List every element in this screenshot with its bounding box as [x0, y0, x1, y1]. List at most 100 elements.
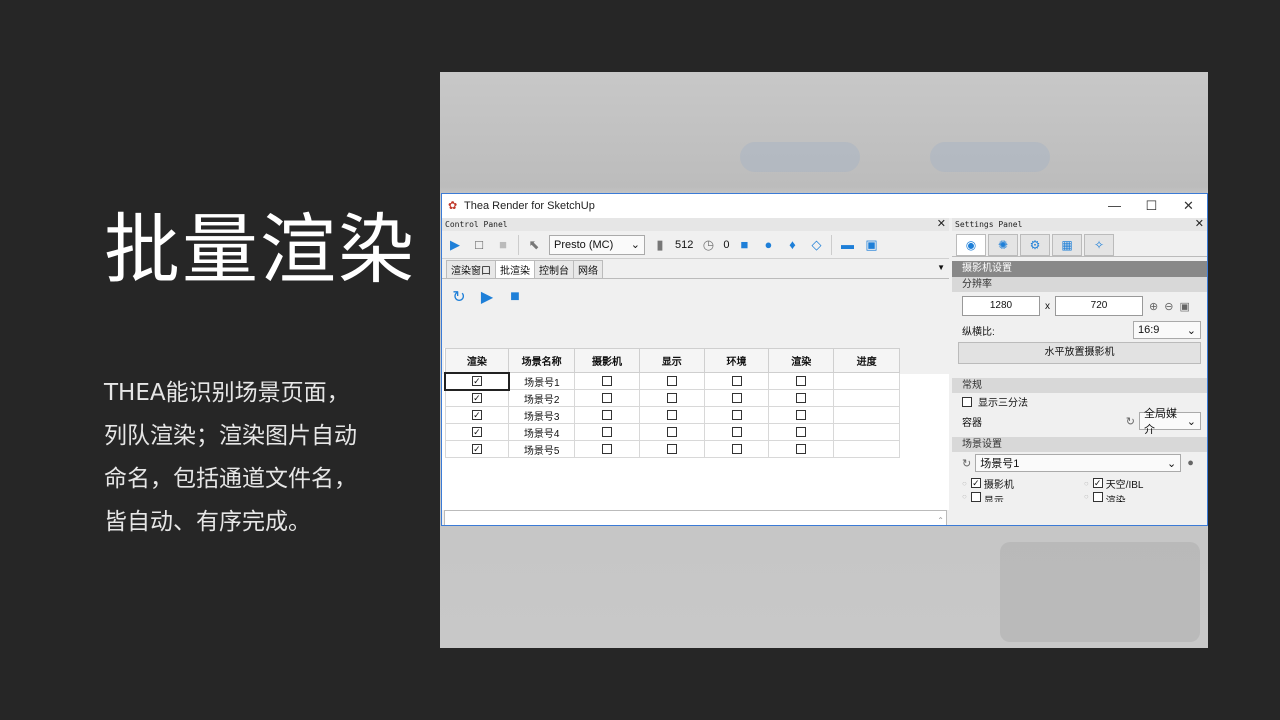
camera-tab-icon[interactable]: ◉ [956, 234, 986, 256]
camera-checkbox[interactable]: ✓ [970, 478, 981, 488]
display-checkbox[interactable] [970, 492, 981, 502]
camera-cell[interactable] [574, 406, 640, 424]
portrait-icon[interactable]: ▣ [1179, 300, 1189, 313]
thirds-checkbox[interactable] [962, 396, 972, 407]
radio-icon[interactable]: ○ [1084, 492, 1089, 501]
container-select[interactable]: 全局媒介 ⌄ [1139, 408, 1201, 436]
render-checkbox[interactable]: ✓ [471, 375, 482, 386]
level-camera-button[interactable]: 水平放置摄影机 [958, 342, 1201, 364]
refresh-icon[interactable]: ↻ [450, 288, 468, 306]
engine-select[interactable]: Presto (MC) ⌄ [549, 234, 645, 255]
display-checkbox[interactable] [666, 443, 677, 454]
display-cell[interactable] [638, 423, 705, 441]
folder-icon[interactable]: ▬ [838, 236, 856, 254]
radio-icon[interactable]: ○ [962, 492, 967, 501]
gear-icon[interactable]: ⚙ [1020, 234, 1050, 256]
camera-cell[interactable] [574, 372, 640, 390]
close-panel-icon[interactable]: ✕ [937, 218, 946, 231]
tab-console[interactable]: 控制台 [534, 260, 574, 278]
camera-cell[interactable] [574, 440, 640, 458]
render-settings-checkbox[interactable] [796, 443, 807, 454]
render-settings-cell[interactable] [768, 440, 835, 458]
render-checkbox[interactable]: ✓ [471, 393, 482, 404]
render-cell[interactable]: ✓ [444, 371, 510, 391]
environment-checkbox[interactable] [731, 375, 742, 386]
environment-checkbox[interactable] [731, 443, 742, 454]
display-cell[interactable] [638, 372, 705, 390]
environment-tab-icon[interactable]: ✺ [988, 234, 1018, 256]
zoom-out-icon[interactable]: ⊖ [1164, 300, 1173, 313]
refresh-icon[interactable]: ↻ [1126, 415, 1135, 428]
table-row[interactable]: ✓ 场景号4 [444, 423, 900, 441]
column-header[interactable]: 进度 [833, 348, 900, 373]
batch-stop-icon[interactable]: ■ [506, 288, 524, 306]
width-input[interactable]: 1280 [962, 296, 1040, 316]
height-input[interactable]: 720 [1055, 296, 1143, 316]
camera-checkbox[interactable] [601, 443, 612, 454]
environment-checkbox[interactable] [731, 392, 742, 403]
environment-cell[interactable] [703, 440, 770, 458]
display-cell[interactable] [638, 406, 705, 424]
display-cell[interactable] [638, 440, 705, 458]
render-checkbox[interactable]: ✓ [471, 443, 482, 454]
display-checkbox[interactable] [666, 426, 677, 437]
column-header[interactable]: 环境 [703, 348, 770, 373]
display-checkbox[interactable] [666, 375, 677, 386]
channels-tab-icon[interactable]: ▦ [1052, 234, 1082, 256]
display-checkbox[interactable] [666, 392, 677, 403]
render-cell[interactable]: ✓ [444, 406, 510, 424]
image-folder-icon[interactable]: ▣ [862, 236, 880, 254]
scrollbar[interactable]: ⌃⌄ [937, 513, 944, 525]
environment-cell[interactable] [703, 406, 770, 424]
render-checkbox[interactable]: ✓ [471, 426, 482, 437]
render-cell[interactable]: ✓ [444, 440, 510, 458]
render-checkbox[interactable]: ✓ [471, 409, 482, 420]
aspect-select[interactable]: 16:9 ⌄ [1133, 321, 1201, 339]
render-settings-cell[interactable] [768, 423, 835, 441]
log-textarea[interactable]: ⌃⌄ [444, 510, 947, 525]
camera-checkbox[interactable] [601, 426, 612, 437]
zoom-in-icon[interactable]: ⊕ [1149, 300, 1158, 313]
render-cell[interactable]: ✓ [444, 389, 510, 407]
column-header[interactable]: 渲染 [768, 348, 835, 373]
environment-cell[interactable] [703, 423, 770, 441]
radio-icon[interactable]: ○ [1084, 479, 1089, 488]
close-button[interactable]: ✕ [1170, 198, 1207, 214]
sky-checkbox[interactable]: ✓ [1092, 478, 1103, 488]
render-settings-checkbox[interactable] [796, 409, 807, 420]
render-settings-checkbox[interactable] [796, 426, 807, 437]
minimize-button[interactable]: — [1096, 198, 1133, 214]
radio-icon[interactable]: ○ [962, 479, 967, 488]
render-settings-cell[interactable] [768, 372, 835, 390]
light-bulb-icon[interactable]: ♦ [783, 236, 801, 254]
environment-checkbox[interactable] [731, 409, 742, 420]
camera-checkbox[interactable] [601, 392, 612, 403]
table-row[interactable]: ✓ 场景号1 [444, 371, 900, 391]
display-cell[interactable] [638, 389, 705, 407]
tabs-dropdown-icon[interactable]: ▼ [937, 263, 945, 272]
display-checkbox[interactable] [666, 409, 677, 420]
tools-tab-icon[interactable]: ✧ [1084, 234, 1114, 256]
column-header[interactable]: 摄影机 [574, 348, 640, 373]
scene-select[interactable]: 场景号1 ⌄ [975, 454, 1182, 472]
column-header[interactable]: 渲染 [444, 348, 510, 373]
tab-network[interactable]: 网络 [573, 260, 603, 278]
column-header[interactable]: 显示 [638, 348, 705, 373]
table-row[interactable]: ✓ 场景号3 [444, 406, 900, 424]
batch-play-icon[interactable]: ▶ [478, 288, 496, 306]
environment-checkbox[interactable] [731, 426, 742, 437]
table-row[interactable]: ✓ 场景号2 [444, 389, 900, 407]
render-cell[interactable]: ✓ [444, 423, 510, 441]
user-icon[interactable]: ● [1187, 457, 1194, 469]
tab-render-window[interactable]: 渲染窗口 [446, 260, 496, 278]
wire-cube-icon[interactable]: ◇ [807, 236, 825, 254]
render-settings-cell[interactable] [768, 406, 835, 424]
sphere-icon[interactable]: ● [759, 236, 777, 254]
environment-cell[interactable] [703, 389, 770, 407]
camera-cell[interactable] [574, 423, 640, 441]
render-settings-cell[interactable] [768, 389, 835, 407]
maximize-button[interactable]: ☐ [1133, 198, 1170, 214]
environment-cell[interactable] [703, 372, 770, 390]
camera-cell[interactable] [574, 389, 640, 407]
render-settings-checkbox[interactable] [796, 375, 807, 386]
